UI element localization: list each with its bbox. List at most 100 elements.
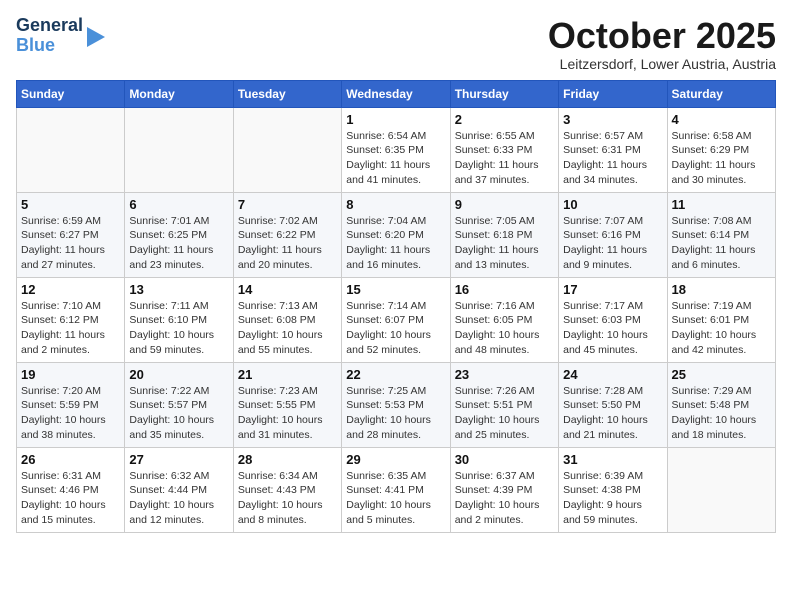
location-subtitle: Leitzersdorf, Lower Austria, Austria bbox=[548, 56, 776, 72]
day-number: 24 bbox=[563, 367, 662, 382]
day-number: 20 bbox=[129, 367, 228, 382]
day-number: 1 bbox=[346, 112, 445, 127]
day-info: Sunrise: 6:32 AM Sunset: 4:44 PM Dayligh… bbox=[129, 469, 228, 528]
day-number: 30 bbox=[455, 452, 554, 467]
logo-text: GeneralBlue bbox=[16, 16, 83, 56]
day-number: 11 bbox=[672, 197, 771, 212]
day-info: Sunrise: 7:29 AM Sunset: 5:48 PM Dayligh… bbox=[672, 384, 771, 443]
day-info: Sunrise: 6:37 AM Sunset: 4:39 PM Dayligh… bbox=[455, 469, 554, 528]
day-number: 27 bbox=[129, 452, 228, 467]
page-header: GeneralBlue October 2025 Leitzersdorf, L… bbox=[16, 16, 776, 72]
calendar-cell: 30 Sunrise: 6:37 AM Sunset: 4:39 PM Dayli… bbox=[450, 447, 558, 532]
calendar-cell: 29 Sunrise: 6:35 AM Sunset: 4:41 PM Dayli… bbox=[342, 447, 450, 532]
calendar-week-row: 12Sunrise: 7:10 AM Sunset: 6:12 PM Dayli… bbox=[17, 277, 776, 362]
calendar-cell: 16 Sunrise: 7:16 AM Sunset: 6:05 PM Dayli… bbox=[450, 277, 558, 362]
calendar-cell: 24 Sunrise: 7:28 AM Sunset: 5:50 PM Dayli… bbox=[559, 362, 667, 447]
day-info: Sunrise: 6:57 AM Sunset: 6:31 PM Dayligh… bbox=[563, 129, 662, 188]
month-title: October 2025 bbox=[548, 16, 776, 56]
calendar-cell: 13Sunrise: 7:11 AM Sunset: 6:10 PM Dayli… bbox=[125, 277, 233, 362]
day-info: Sunrise: 7:01 AM Sunset: 6:25 PM Dayligh… bbox=[129, 214, 228, 273]
calendar-cell: 4 Sunrise: 6:58 AM Sunset: 6:29 PM Daylig… bbox=[667, 107, 775, 192]
day-info: Sunrise: 7:04 AM Sunset: 6:20 PM Dayligh… bbox=[346, 214, 445, 273]
day-info: Sunrise: 7:20 AM Sunset: 5:59 PM Dayligh… bbox=[21, 384, 120, 443]
day-number: 29 bbox=[346, 452, 445, 467]
calendar-week-row: 5 Sunrise: 6:59 AM Sunset: 6:27 PM Daylig… bbox=[17, 192, 776, 277]
day-info: Sunrise: 6:34 AM Sunset: 4:43 PM Dayligh… bbox=[238, 469, 337, 528]
calendar-cell: 27 Sunrise: 6:32 AM Sunset: 4:44 PM Dayli… bbox=[125, 447, 233, 532]
calendar-cell: 18Sunrise: 7:19 AM Sunset: 6:01 PM Dayli… bbox=[667, 277, 775, 362]
day-number: 6 bbox=[129, 197, 228, 212]
day-info: Sunrise: 7:16 AM Sunset: 6:05 PM Dayligh… bbox=[455, 299, 554, 358]
day-number: 19 bbox=[21, 367, 120, 382]
calendar-cell: 6 Sunrise: 7:01 AM Sunset: 6:25 PM Daylig… bbox=[125, 192, 233, 277]
day-number: 4 bbox=[672, 112, 771, 127]
day-number: 2 bbox=[455, 112, 554, 127]
day-info: Sunrise: 6:58 AM Sunset: 6:29 PM Dayligh… bbox=[672, 129, 771, 188]
day-number: 5 bbox=[21, 197, 120, 212]
day-number: 21 bbox=[238, 367, 337, 382]
day-info: Sunrise: 6:31 AM Sunset: 4:46 PM Dayligh… bbox=[21, 469, 120, 528]
calendar-week-row: 19 Sunrise: 7:20 AM Sunset: 5:59 PM Dayli… bbox=[17, 362, 776, 447]
day-number: 23 bbox=[455, 367, 554, 382]
day-number: 7 bbox=[238, 197, 337, 212]
calendar-cell: 11 Sunrise: 7:08 AM Sunset: 6:14 PM Dayli… bbox=[667, 192, 775, 277]
day-number: 31 bbox=[563, 452, 662, 467]
day-number: 22 bbox=[346, 367, 445, 382]
day-number: 26 bbox=[21, 452, 120, 467]
day-info: Sunrise: 7:13 AM Sunset: 6:08 PM Dayligh… bbox=[238, 299, 337, 358]
calendar-cell: 5 Sunrise: 6:59 AM Sunset: 6:27 PM Daylig… bbox=[17, 192, 125, 277]
day-info: Sunrise: 7:19 AM Sunset: 6:01 PM Dayligh… bbox=[672, 299, 771, 358]
weekday-header-sunday: Sunday bbox=[17, 80, 125, 107]
calendar-cell bbox=[233, 107, 341, 192]
calendar-cell: 7 Sunrise: 7:02 AM Sunset: 6:22 PM Daylig… bbox=[233, 192, 341, 277]
day-info: Sunrise: 7:28 AM Sunset: 5:50 PM Dayligh… bbox=[563, 384, 662, 443]
day-info: Sunrise: 7:08 AM Sunset: 6:14 PM Dayligh… bbox=[672, 214, 771, 273]
day-info: Sunrise: 6:39 AM Sunset: 4:38 PM Dayligh… bbox=[563, 469, 662, 528]
weekday-header-monday: Monday bbox=[125, 80, 233, 107]
day-info: Sunrise: 7:05 AM Sunset: 6:18 PM Dayligh… bbox=[455, 214, 554, 273]
day-number: 3 bbox=[563, 112, 662, 127]
logo-arrow-icon bbox=[87, 27, 105, 47]
day-info: Sunrise: 6:59 AM Sunset: 6:27 PM Dayligh… bbox=[21, 214, 120, 273]
weekday-header-friday: Friday bbox=[559, 80, 667, 107]
calendar-cell: 1Sunrise: 6:54 AM Sunset: 6:35 PM Daylig… bbox=[342, 107, 450, 192]
calendar-cell: 14 Sunrise: 7:13 AM Sunset: 6:08 PM Dayli… bbox=[233, 277, 341, 362]
weekday-header-thursday: Thursday bbox=[450, 80, 558, 107]
calendar-week-row: 26 Sunrise: 6:31 AM Sunset: 4:46 PM Dayli… bbox=[17, 447, 776, 532]
day-info: Sunrise: 7:25 AM Sunset: 5:53 PM Dayligh… bbox=[346, 384, 445, 443]
calendar-cell: 10 Sunrise: 7:07 AM Sunset: 6:16 PM Dayli… bbox=[559, 192, 667, 277]
calendar-week-row: 1Sunrise: 6:54 AM Sunset: 6:35 PM Daylig… bbox=[17, 107, 776, 192]
calendar-cell: 3 Sunrise: 6:57 AM Sunset: 6:31 PM Daylig… bbox=[559, 107, 667, 192]
day-number: 28 bbox=[238, 452, 337, 467]
calendar-cell: 22 Sunrise: 7:25 AM Sunset: 5:53 PM Dayli… bbox=[342, 362, 450, 447]
day-info: Sunrise: 7:11 AM Sunset: 6:10 PM Dayligh… bbox=[129, 299, 228, 358]
day-info: Sunrise: 7:07 AM Sunset: 6:16 PM Dayligh… bbox=[563, 214, 662, 273]
day-number: 14 bbox=[238, 282, 337, 297]
day-number: 25 bbox=[672, 367, 771, 382]
day-info: Sunrise: 7:23 AM Sunset: 5:55 PM Dayligh… bbox=[238, 384, 337, 443]
calendar-cell: 26 Sunrise: 6:31 AM Sunset: 4:46 PM Dayli… bbox=[17, 447, 125, 532]
day-number: 16 bbox=[455, 282, 554, 297]
weekday-header-tuesday: Tuesday bbox=[233, 80, 341, 107]
day-info: Sunrise: 7:22 AM Sunset: 5:57 PM Dayligh… bbox=[129, 384, 228, 443]
calendar-cell: 17Sunrise: 7:17 AM Sunset: 6:03 PM Dayli… bbox=[559, 277, 667, 362]
day-number: 9 bbox=[455, 197, 554, 212]
calendar-cell: 21 Sunrise: 7:23 AM Sunset: 5:55 PM Dayli… bbox=[233, 362, 341, 447]
calendar-cell bbox=[125, 107, 233, 192]
calendar-cell: 9 Sunrise: 7:05 AM Sunset: 6:18 PM Daylig… bbox=[450, 192, 558, 277]
calendar-cell: 12Sunrise: 7:10 AM Sunset: 6:12 PM Dayli… bbox=[17, 277, 125, 362]
weekday-header-saturday: Saturday bbox=[667, 80, 775, 107]
day-info: Sunrise: 7:02 AM Sunset: 6:22 PM Dayligh… bbox=[238, 214, 337, 273]
day-info: Sunrise: 6:35 AM Sunset: 4:41 PM Dayligh… bbox=[346, 469, 445, 528]
day-number: 15 bbox=[346, 282, 445, 297]
day-info: Sunrise: 7:26 AM Sunset: 5:51 PM Dayligh… bbox=[455, 384, 554, 443]
title-block: October 2025 Leitzersdorf, Lower Austria… bbox=[548, 16, 776, 72]
day-info: Sunrise: 7:10 AM Sunset: 6:12 PM Dayligh… bbox=[21, 299, 120, 358]
calendar-cell: 23 Sunrise: 7:26 AM Sunset: 5:51 PM Dayli… bbox=[450, 362, 558, 447]
weekday-header-wednesday: Wednesday bbox=[342, 80, 450, 107]
day-number: 17 bbox=[563, 282, 662, 297]
day-number: 10 bbox=[563, 197, 662, 212]
logo: GeneralBlue bbox=[16, 16, 105, 56]
calendar-cell: 2 Sunrise: 6:55 AM Sunset: 6:33 PM Daylig… bbox=[450, 107, 558, 192]
day-info: Sunrise: 6:55 AM Sunset: 6:33 PM Dayligh… bbox=[455, 129, 554, 188]
